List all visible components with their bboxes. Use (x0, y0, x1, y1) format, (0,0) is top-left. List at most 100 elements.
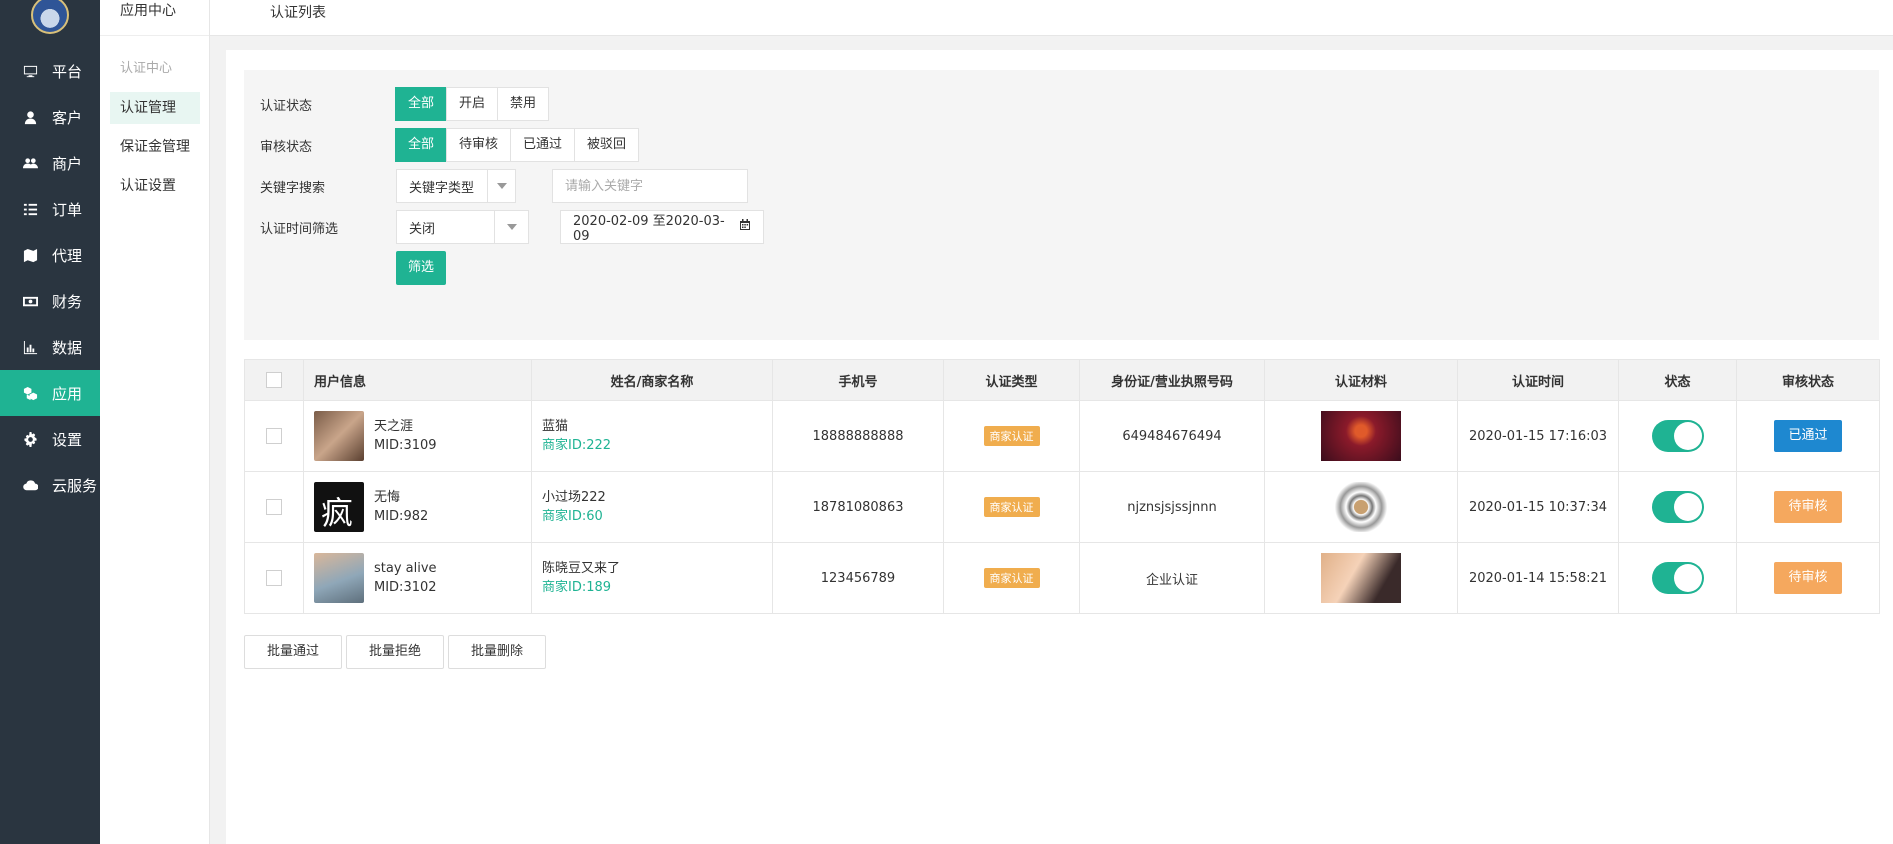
nav-label: 应用 (52, 384, 83, 403)
nav-label: 商户 (52, 154, 83, 173)
nav-item-finance[interactable]: 财务 (0, 278, 100, 324)
bar-chart-icon (22, 339, 38, 355)
keyword-input[interactable] (552, 169, 748, 203)
nav-item-settings[interactable]: 设置 (0, 416, 100, 462)
time-filter-value: 关闭 (409, 221, 436, 237)
nav-label: 平台 (52, 62, 83, 81)
review-status-button[interactable]: 已通过 (1774, 420, 1842, 452)
cert-time: 2020-01-15 10:37:34 (1457, 471, 1619, 543)
content-panel: 认证状态 全部 开启 禁用 审核状态 全部 待审核 已通过 被驳回 关键字搜索 … (226, 50, 1893, 844)
nav-item-platform[interactable]: 平台 (0, 48, 100, 94)
cert-type-badge: 商家认证 (983, 568, 1040, 588)
status-toggle[interactable] (1651, 562, 1704, 594)
sub-sidebar: 应用中心 认证中心 认证管理 保证金管理 认证设置 (100, 0, 210, 844)
nav-item-app[interactable]: 应用 (0, 370, 100, 416)
cert-material-thumbnail[interactable] (1321, 411, 1401, 461)
status-toggle[interactable] (1651, 491, 1704, 523)
date-range-value: 2020-02-09 至2020-03-09 (573, 214, 725, 244)
users-icon (22, 155, 38, 171)
nav-item-data[interactable]: 数据 (0, 324, 100, 370)
filter-row-status: 认证状态 全部 开启 禁用 (260, 87, 550, 121)
cert-material-thumbnail[interactable] (1333, 482, 1389, 532)
cert-material-thumbnail[interactable] (1321, 553, 1401, 603)
filter-panel: 认证状态 全部 开启 禁用 审核状态 全部 待审核 已通过 被驳回 关键字搜索 … (244, 70, 1879, 340)
cert-type-badge: 商家认证 (983, 497, 1040, 517)
select-all-checkbox[interactable] (266, 372, 282, 388)
nav-item-agent[interactable]: 代理 (0, 232, 100, 278)
nav-label: 客户 (52, 108, 83, 127)
calendar-icon (736, 219, 751, 235)
review-option-pending[interactable]: 待审核 (446, 128, 512, 162)
list-icon (22, 201, 38, 217)
filter-submit-button[interactable]: 筛选 (396, 251, 447, 285)
status-filter-group: 全部 开启 禁用 (395, 87, 550, 121)
col-header: 认证类型 (943, 359, 1080, 401)
time-filter-select[interactable]: 关闭 (396, 210, 529, 244)
keyword-filter-label: 关键字搜索 (260, 180, 326, 196)
status-toggle[interactable] (1651, 420, 1704, 452)
nav-item-customer[interactable]: 客户 (0, 94, 100, 140)
phone: 18888888888 (772, 400, 944, 472)
id-number: 649484676494 (1079, 400, 1265, 472)
review-option-passed[interactable]: 已通过 (510, 128, 576, 162)
subnav-item-deposit-manage[interactable]: 保证金管理 (110, 131, 200, 163)
row-checkbox[interactable] (266, 428, 282, 444)
time-filter-label: 认证时间筛选 (260, 221, 339, 237)
subnav-item-cert-manage[interactable]: 认证管理 (110, 92, 200, 124)
money-icon (22, 293, 38, 309)
keyword-type-select[interactable]: 关键字类型 (396, 169, 516, 203)
cloud-icon (22, 477, 38, 493)
nav-label: 设置 (52, 430, 83, 449)
nav-label: 订单 (52, 200, 83, 219)
col-header: 状态 (1618, 359, 1737, 401)
status-option-disabled[interactable]: 禁用 (497, 87, 550, 121)
user-icon (22, 109, 38, 125)
nav-item-order[interactable]: 订单 (0, 186, 100, 232)
cert-table: 用户信息 姓名/商家名称 手机号 认证类型 身份证/营业执照号码 认证材料 认证… (244, 359, 1880, 614)
row-checkbox[interactable] (266, 499, 282, 515)
nav-item-cloud[interactable]: 云服务 (0, 462, 100, 508)
col-header: 审核状态 (1736, 359, 1880, 401)
bulk-approve-button[interactable]: 批量通过 (244, 635, 343, 669)
user-info: 天之涯 MID:3109 (314, 411, 531, 461)
nav-label: 数据 (52, 338, 83, 357)
col-header: 用户信息 (303, 359, 532, 401)
merchant-id-link[interactable]: 商家ID:222 (542, 436, 772, 455)
user-mid: MID:3109 (374, 438, 437, 453)
gear-icon (22, 431, 38, 447)
review-status-button[interactable]: 待审核 (1774, 562, 1842, 594)
user-info: stay alive MID:3102 (314, 553, 531, 603)
status-option-enabled[interactable]: 开启 (446, 87, 499, 121)
col-header: 身份证/营业执照号码 (1079, 359, 1265, 401)
avatar (314, 553, 364, 603)
date-range-input[interactable]: 2020-02-09 至2020-03-09 (560, 210, 764, 244)
bulk-reject-button[interactable]: 批量拒绝 (346, 635, 445, 669)
subnav-item-cert-settings[interactable]: 认证设置 (110, 170, 200, 202)
filter-row-review: 审核状态 全部 待审核 已通过 被驳回 (260, 128, 640, 162)
review-status-button[interactable]: 待审核 (1774, 491, 1842, 523)
filter-row-time: 认证时间筛选 关闭 2020-02-09 至2020-03-09 (260, 210, 764, 244)
review-option-rejected[interactable]: 被驳回 (574, 128, 640, 162)
subnav-title: 应用中心 (100, 0, 209, 36)
status-option-all[interactable]: 全部 (395, 87, 448, 121)
bulk-delete-button[interactable]: 批量删除 (448, 635, 547, 669)
merchant-name: 蓝猫 (542, 419, 569, 434)
map-icon (22, 247, 38, 263)
filter-row-keyword: 关键字搜索 关键字类型 (260, 169, 748, 203)
user-name: stay alive (374, 561, 437, 576)
nav-item-merchant[interactable]: 商户 (0, 140, 100, 186)
col-header: 姓名/商家名称 (531, 359, 773, 401)
review-option-all[interactable]: 全部 (395, 128, 448, 162)
phone: 123456789 (772, 542, 944, 614)
nav-label: 云服务 (52, 476, 98, 495)
avatar (314, 411, 364, 461)
cert-type-badge: 商家认证 (983, 426, 1040, 446)
review-filter-group: 全部 待审核 已通过 被驳回 (395, 128, 640, 162)
logo (31, 0, 69, 34)
table-row: 天之涯 MID:3109 蓝猫 商家ID:222 18888888888 商家认证 … (244, 400, 1880, 472)
merchant-id-link[interactable]: 商家ID:189 (542, 578, 772, 597)
keyword-type-value: 关键字类型 (409, 180, 475, 196)
row-checkbox[interactable] (266, 570, 282, 586)
nav-label: 财务 (52, 292, 83, 311)
merchant-id-link[interactable]: 商家ID:60 (542, 507, 772, 526)
